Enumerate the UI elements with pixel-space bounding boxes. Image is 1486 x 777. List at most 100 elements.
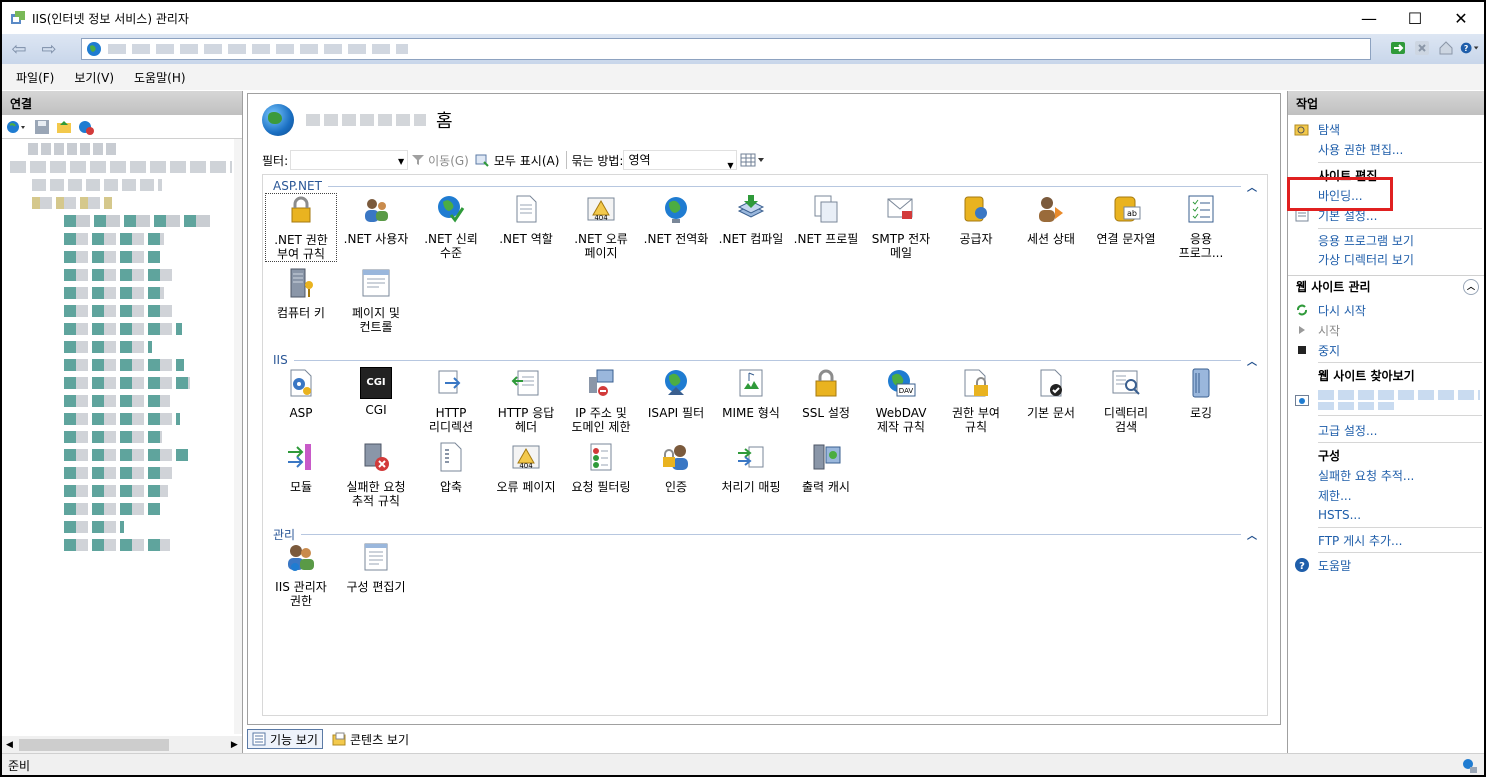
feature-aspnet-item[interactable]: .NET 권한 부여 규칙: [265, 193, 337, 262]
menu-help[interactable]: 도움말(H): [134, 69, 186, 86]
start-label[interactable]: 시작: [1318, 322, 1340, 339]
feature-iis-item[interactable]: ISAPI 필터: [640, 367, 712, 420]
action-restart[interactable]: 다시 시작: [1288, 300, 1484, 320]
stop-label[interactable]: 중지: [1318, 342, 1340, 359]
action-stop[interactable]: 중지: [1288, 340, 1484, 360]
scroll-thumb[interactable]: [18, 738, 169, 751]
limits-label[interactable]: 제한...: [1318, 487, 1352, 504]
feature-aspnet-item[interactable]: .NET 전역화: [640, 193, 712, 246]
collapse-caret-icon[interactable]: ︿: [1247, 179, 1257, 194]
action-limits[interactable]: 제한...: [1288, 485, 1484, 505]
action-edit-permissions[interactable]: 사용 권한 편집...: [1288, 139, 1484, 159]
maximize-button[interactable]: ☐: [1392, 2, 1438, 34]
scroll-left-icon[interactable]: ◀: [6, 740, 13, 750]
refresh-icon[interactable]: [1388, 38, 1408, 58]
address-field[interactable]: [81, 38, 1371, 60]
action-failed-request-tracing[interactable]: 실패한 요청 추적...: [1288, 465, 1484, 485]
collapse-icon[interactable]: ︿: [1463, 278, 1479, 295]
scroll-right-icon[interactable]: ▶: [231, 740, 238, 750]
edit-permissions-label[interactable]: 사용 권한 편집...: [1318, 141, 1403, 158]
feature-iis-item[interactable]: 기본 문서: [1015, 367, 1087, 420]
tab-content-view[interactable]: 콘텐츠 보기: [327, 729, 414, 749]
stop-icon[interactable]: [1412, 38, 1432, 58]
section-iis[interactable]: IIS ︿: [273, 353, 1257, 368]
feature-iis-item[interactable]: 모듈: [265, 441, 337, 494]
help-dropdown-icon[interactable]: ?: [1460, 38, 1480, 58]
menu-file[interactable]: 파일(F): [16, 69, 54, 86]
feature-iis-item[interactable]: IP 주소 및 도메인 제한: [565, 367, 637, 434]
feature-iis-item[interactable]: 압축: [415, 441, 487, 494]
filter-input[interactable]: ▼: [290, 150, 409, 170]
show-all-button[interactable]: 모두 표시(A): [472, 152, 563, 169]
feature-iis-item[interactable]: 처리기 매핑: [715, 441, 787, 494]
forward-button[interactable]: ⇨: [36, 36, 62, 62]
feature-iis-item[interactable]: SSL 설정: [790, 367, 862, 420]
tab-features-view[interactable]: 기능 보기: [247, 729, 323, 749]
action-help[interactable]: ? 도움말: [1288, 555, 1484, 575]
feature-aspnet-item[interactable]: .NET 컴파일: [715, 193, 787, 246]
feature-aspnet-item[interactable]: SMTP 전자 메일: [865, 193, 937, 260]
feature-aspnet-item[interactable]: 페이지 및 컨트롤: [340, 267, 412, 334]
menu-view[interactable]: 보기(V): [74, 69, 114, 86]
chevron-down-icon[interactable]: ▼: [727, 157, 733, 175]
feature-mgmt-item[interactable]: 구성 편집기: [340, 541, 412, 594]
feature-iis-item[interactable]: 실패한 요청 추적 규칙: [340, 441, 412, 508]
feature-aspnet-item[interactable]: 404 .NET 오류 페이지: [565, 193, 637, 260]
feature-iis-item[interactable]: 로깅: [1165, 367, 1237, 420]
feature-iis-item[interactable]: 요청 필터링: [565, 441, 637, 494]
up-level-icon[interactable]: [56, 119, 72, 135]
view-mode-button[interactable]: [737, 153, 767, 167]
feature-iis-item[interactable]: HTTP 리디렉션: [415, 367, 487, 434]
feature-iis-item[interactable]: 404 오류 페이지: [490, 441, 562, 494]
feature-iis-item[interactable]: 인증: [640, 441, 712, 494]
hsts-label[interactable]: HSTS...: [1318, 508, 1361, 522]
feature-iis-item[interactable]: ASP: [265, 367, 337, 420]
feature-iis-item[interactable]: MIME 형식: [715, 367, 787, 420]
feature-aspnet-item[interactable]: 세션 상태: [1015, 193, 1087, 246]
browse-url-redacted[interactable]: [1318, 402, 1398, 410]
action-explore[interactable]: 탐색: [1288, 119, 1484, 139]
go-button[interactable]: 이동(G): [408, 152, 472, 169]
browse-url-redacted[interactable]: [1318, 390, 1480, 400]
group-by-select[interactable]: 영역 ▼: [623, 150, 738, 170]
feature-iis-item[interactable]: 디렉터리 검색: [1090, 367, 1162, 434]
feature-aspnet-item[interactable]: ab 연결 문자열: [1090, 193, 1162, 246]
save-icon[interactable]: [34, 119, 50, 135]
collapse-caret-icon[interactable]: ︿: [1247, 527, 1257, 542]
feature-iis-item[interactable]: 권한 부여 규칙: [940, 367, 1012, 434]
feature-aspnet-item[interactable]: .NET 역할: [490, 193, 562, 246]
feature-iis-item[interactable]: HTTP 응답 헤더: [490, 367, 562, 434]
failed-request-tracing-label[interactable]: 실패한 요청 추적...: [1318, 467, 1414, 484]
explore-label[interactable]: 탐색: [1318, 121, 1340, 138]
chevron-down-icon[interactable]: ▼: [398, 157, 404, 166]
action-hsts[interactable]: HSTS...: [1288, 505, 1484, 525]
section-aspnet[interactable]: ASP.NET ︿: [273, 179, 1257, 194]
feature-mgmt-item[interactable]: IIS 관리자 권한: [265, 541, 337, 608]
collapse-caret-icon[interactable]: ︿: [1247, 353, 1257, 368]
tree-vertical-scrollbar[interactable]: [234, 139, 242, 734]
minimize-button[interactable]: —: [1346, 2, 1392, 34]
feature-aspnet-item[interactable]: .NET 프로필: [790, 193, 862, 246]
action-browse-url[interactable]: [1288, 389, 1484, 411]
action-start[interactable]: 시작: [1288, 320, 1484, 340]
action-advanced-settings[interactable]: 고급 설정...: [1288, 420, 1484, 440]
tree-horizontal-scrollbar[interactable]: ◀ ▶: [2, 736, 242, 753]
add-ftp-label[interactable]: FTP 게시 추가...: [1318, 532, 1403, 549]
feature-aspnet-item[interactable]: 응용 프로그...: [1165, 193, 1237, 260]
home-icon[interactable]: [1436, 38, 1456, 58]
view-vdirs-label[interactable]: 가상 디렉터리 보기: [1318, 251, 1414, 268]
feature-iis-item[interactable]: CGI CGI: [340, 367, 412, 417]
feature-iis-item[interactable]: 출력 캐시: [790, 441, 862, 494]
close-button[interactable]: ✕: [1438, 2, 1484, 34]
action-add-ftp[interactable]: FTP 게시 추가...: [1288, 530, 1484, 550]
action-view-vdirs[interactable]: 가상 디렉터리 보기: [1288, 249, 1484, 269]
restart-label[interactable]: 다시 시작: [1318, 302, 1366, 319]
section-management[interactable]: 관리 ︿: [273, 527, 1257, 542]
feature-aspnet-item[interactable]: 컴퓨터 키: [265, 267, 337, 320]
help-label[interactable]: 도움말: [1318, 557, 1351, 574]
back-button[interactable]: ⇦: [6, 36, 32, 62]
advanced-settings-label[interactable]: 고급 설정...: [1318, 422, 1377, 439]
connections-tree-redacted[interactable]: [2, 139, 234, 734]
feature-aspnet-item[interactable]: .NET 사용자: [340, 193, 412, 246]
disconnect-icon[interactable]: [78, 119, 94, 135]
